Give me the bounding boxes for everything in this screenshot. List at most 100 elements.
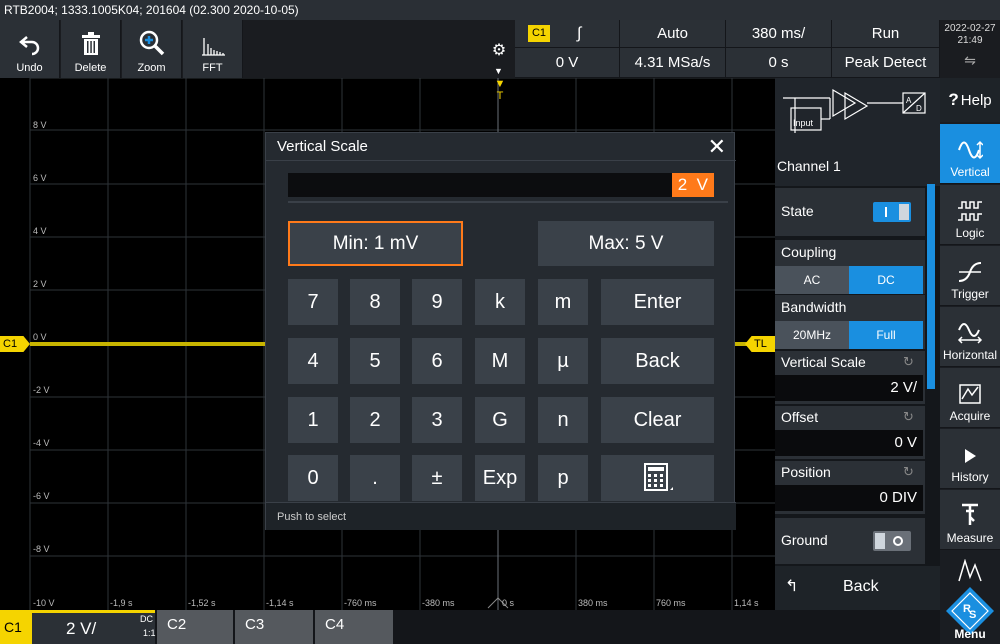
ground-row[interactable]: Ground (775, 518, 925, 564)
undo-button[interactable]: Undo (0, 20, 60, 78)
nav-horizontal[interactable]: Horizontal (940, 307, 1000, 367)
position-value[interactable]: 0 DIV (775, 485, 923, 511)
nav-logic[interactable]: Logic (940, 185, 1000, 245)
back-button[interactable]: Back (601, 338, 714, 384)
side-back-button[interactable]: ↰ Back (775, 566, 940, 610)
x-tick-label: -1,52 s (188, 598, 216, 608)
zoom-button[interactable]: Zoom (122, 20, 182, 78)
channel-bar: C1 2 V/ DC 1:1 C2 C3 C4 (0, 610, 940, 644)
channel-1-label: C1 (0, 610, 32, 644)
trigger-icon (958, 262, 982, 282)
ground-toggle[interactable] (873, 531, 911, 551)
gear-icon[interactable]: ⚙ (488, 40, 510, 62)
key-milli[interactable]: m (538, 279, 588, 325)
nav-history[interactable]: History (940, 429, 1000, 489)
clear-button[interactable]: Clear (601, 397, 714, 443)
key-5[interactable]: 5 (350, 338, 400, 384)
reset-icon[interactable]: ↻ (903, 354, 914, 370)
side-scrollbar[interactable] (927, 184, 935, 389)
min-button[interactable]: Min: 1 mV (288, 221, 463, 266)
key-6[interactable]: 6 (412, 338, 462, 384)
coupling-dc-option[interactable]: DC (849, 266, 923, 294)
key-giga[interactable]: G (475, 397, 525, 443)
offset-value[interactable]: 0 V (775, 430, 923, 456)
measure-icon (962, 503, 978, 525)
key-2[interactable]: 2 (350, 397, 400, 443)
channel-diagram: Input A D Channel 1 (775, 78, 940, 186)
calculator-button[interactable] (601, 455, 714, 501)
channel-2-tab[interactable]: C2 (157, 610, 233, 644)
key-3[interactable]: 3 (412, 397, 462, 443)
time: 21:49 (957, 35, 983, 46)
trigger-position-icon[interactable]: ▼ T (494, 78, 506, 102)
vertical-scale-value[interactable]: 2 V/ (775, 375, 923, 401)
key-9[interactable]: 9 (412, 279, 462, 325)
channel-1-scale: 2 V/ (66, 619, 97, 638)
dialog-footer: Push to select (266, 502, 736, 530)
nav-trigger[interactable]: Trigger (940, 246, 1000, 306)
key-pico[interactable]: p (538, 455, 588, 501)
offset-row[interactable]: Offset ↻ 0 V (775, 406, 925, 459)
channel-3-tab[interactable]: C3 (235, 610, 313, 644)
key-kilo[interactable]: k (475, 279, 525, 325)
key-nano[interactable]: n (538, 397, 588, 443)
sine-wave-icon (958, 140, 983, 160)
nav-acquire[interactable]: Acquire (940, 368, 1000, 428)
nav-measure[interactable]: Measure (940, 490, 1000, 550)
key-plus-minus[interactable]: ± (412, 455, 462, 501)
vertical-scale-row[interactable]: Vertical Scale ↻ 2 V/ (775, 351, 925, 404)
bandwidth-full-option[interactable]: Full (849, 321, 923, 349)
nav-vertical[interactable]: Vertical (940, 124, 1000, 184)
acquisition-mode[interactable]: Peak Detect (832, 48, 940, 78)
x-tick-label: -380 ms (422, 598, 455, 608)
y-tick-label: -2 V (33, 385, 50, 395)
bandwidth-label: Bandwidth (781, 299, 847, 315)
vertical-scale-label: Vertical Scale (781, 354, 866, 370)
value-field[interactable]: 2 V (288, 173, 714, 197)
acquire-icon (959, 384, 981, 404)
coupling-ac-option[interactable]: AC (775, 266, 849, 294)
reset-icon[interactable]: ↻ (903, 464, 914, 480)
y-tick-label: 4 V (33, 226, 47, 236)
key-mega[interactable]: M (475, 338, 525, 384)
fft-button[interactable]: FFT (183, 20, 243, 78)
run-state[interactable]: Run (832, 20, 940, 48)
key-0[interactable]: 0 (288, 455, 338, 501)
key-decimal[interactable]: . (350, 455, 400, 501)
key-1[interactable]: 1 (288, 397, 338, 443)
chevron-down-icon[interactable]: ▼ (494, 66, 503, 76)
position-row[interactable]: Position ↻ 0 DIV (775, 461, 925, 514)
value-display: 2 V (671, 173, 714, 197)
reset-icon[interactable]: ↻ (903, 409, 914, 425)
trigger-level[interactable]: 0 V (515, 48, 620, 78)
bandwidth-row: Bandwidth 20MHz Full (775, 295, 925, 349)
close-icon[interactable]: ✕ (708, 133, 726, 161)
y-tick-label: -6 V (33, 491, 50, 501)
key-7[interactable]: 7 (288, 279, 338, 325)
delete-button[interactable]: Delete (61, 20, 121, 78)
help-button[interactable]: ? Help (940, 78, 1000, 122)
state-label: State (781, 203, 814, 219)
channel-4-tab[interactable]: C4 (315, 610, 393, 644)
state-toggle[interactable] (873, 202, 911, 222)
enter-button[interactable]: Enter (601, 279, 714, 325)
key-8[interactable]: 8 (350, 279, 400, 325)
time-offset[interactable]: 0 s (726, 48, 832, 78)
key-exp[interactable]: Exp (475, 455, 525, 501)
undo-icon (18, 36, 39, 56)
key-4[interactable]: 4 (288, 338, 338, 384)
sample-rate[interactable]: 4.31 MSa/s (620, 48, 726, 78)
key-micro[interactable]: µ (538, 338, 588, 384)
menu-button[interactable]: R S Menu (940, 551, 1000, 644)
channel-3-label: C3 (245, 616, 265, 633)
y-tick-label: 2 V (33, 279, 47, 289)
y-tick-label: -8 V (33, 544, 50, 554)
timebase[interactable]: 380 ms/ (726, 20, 832, 48)
bandwidth-20mhz-option[interactable]: 20MHz (775, 321, 849, 349)
channel-1-tab[interactable]: C1 2 V/ DC 1:1 (0, 610, 156, 644)
y-tick-label: -4 V (33, 438, 50, 448)
fft-icon (201, 38, 225, 56)
trigger-mode[interactable]: Auto (620, 20, 726, 48)
max-button[interactable]: Max: 5 V (538, 221, 714, 266)
state-row[interactable]: State (775, 188, 925, 236)
